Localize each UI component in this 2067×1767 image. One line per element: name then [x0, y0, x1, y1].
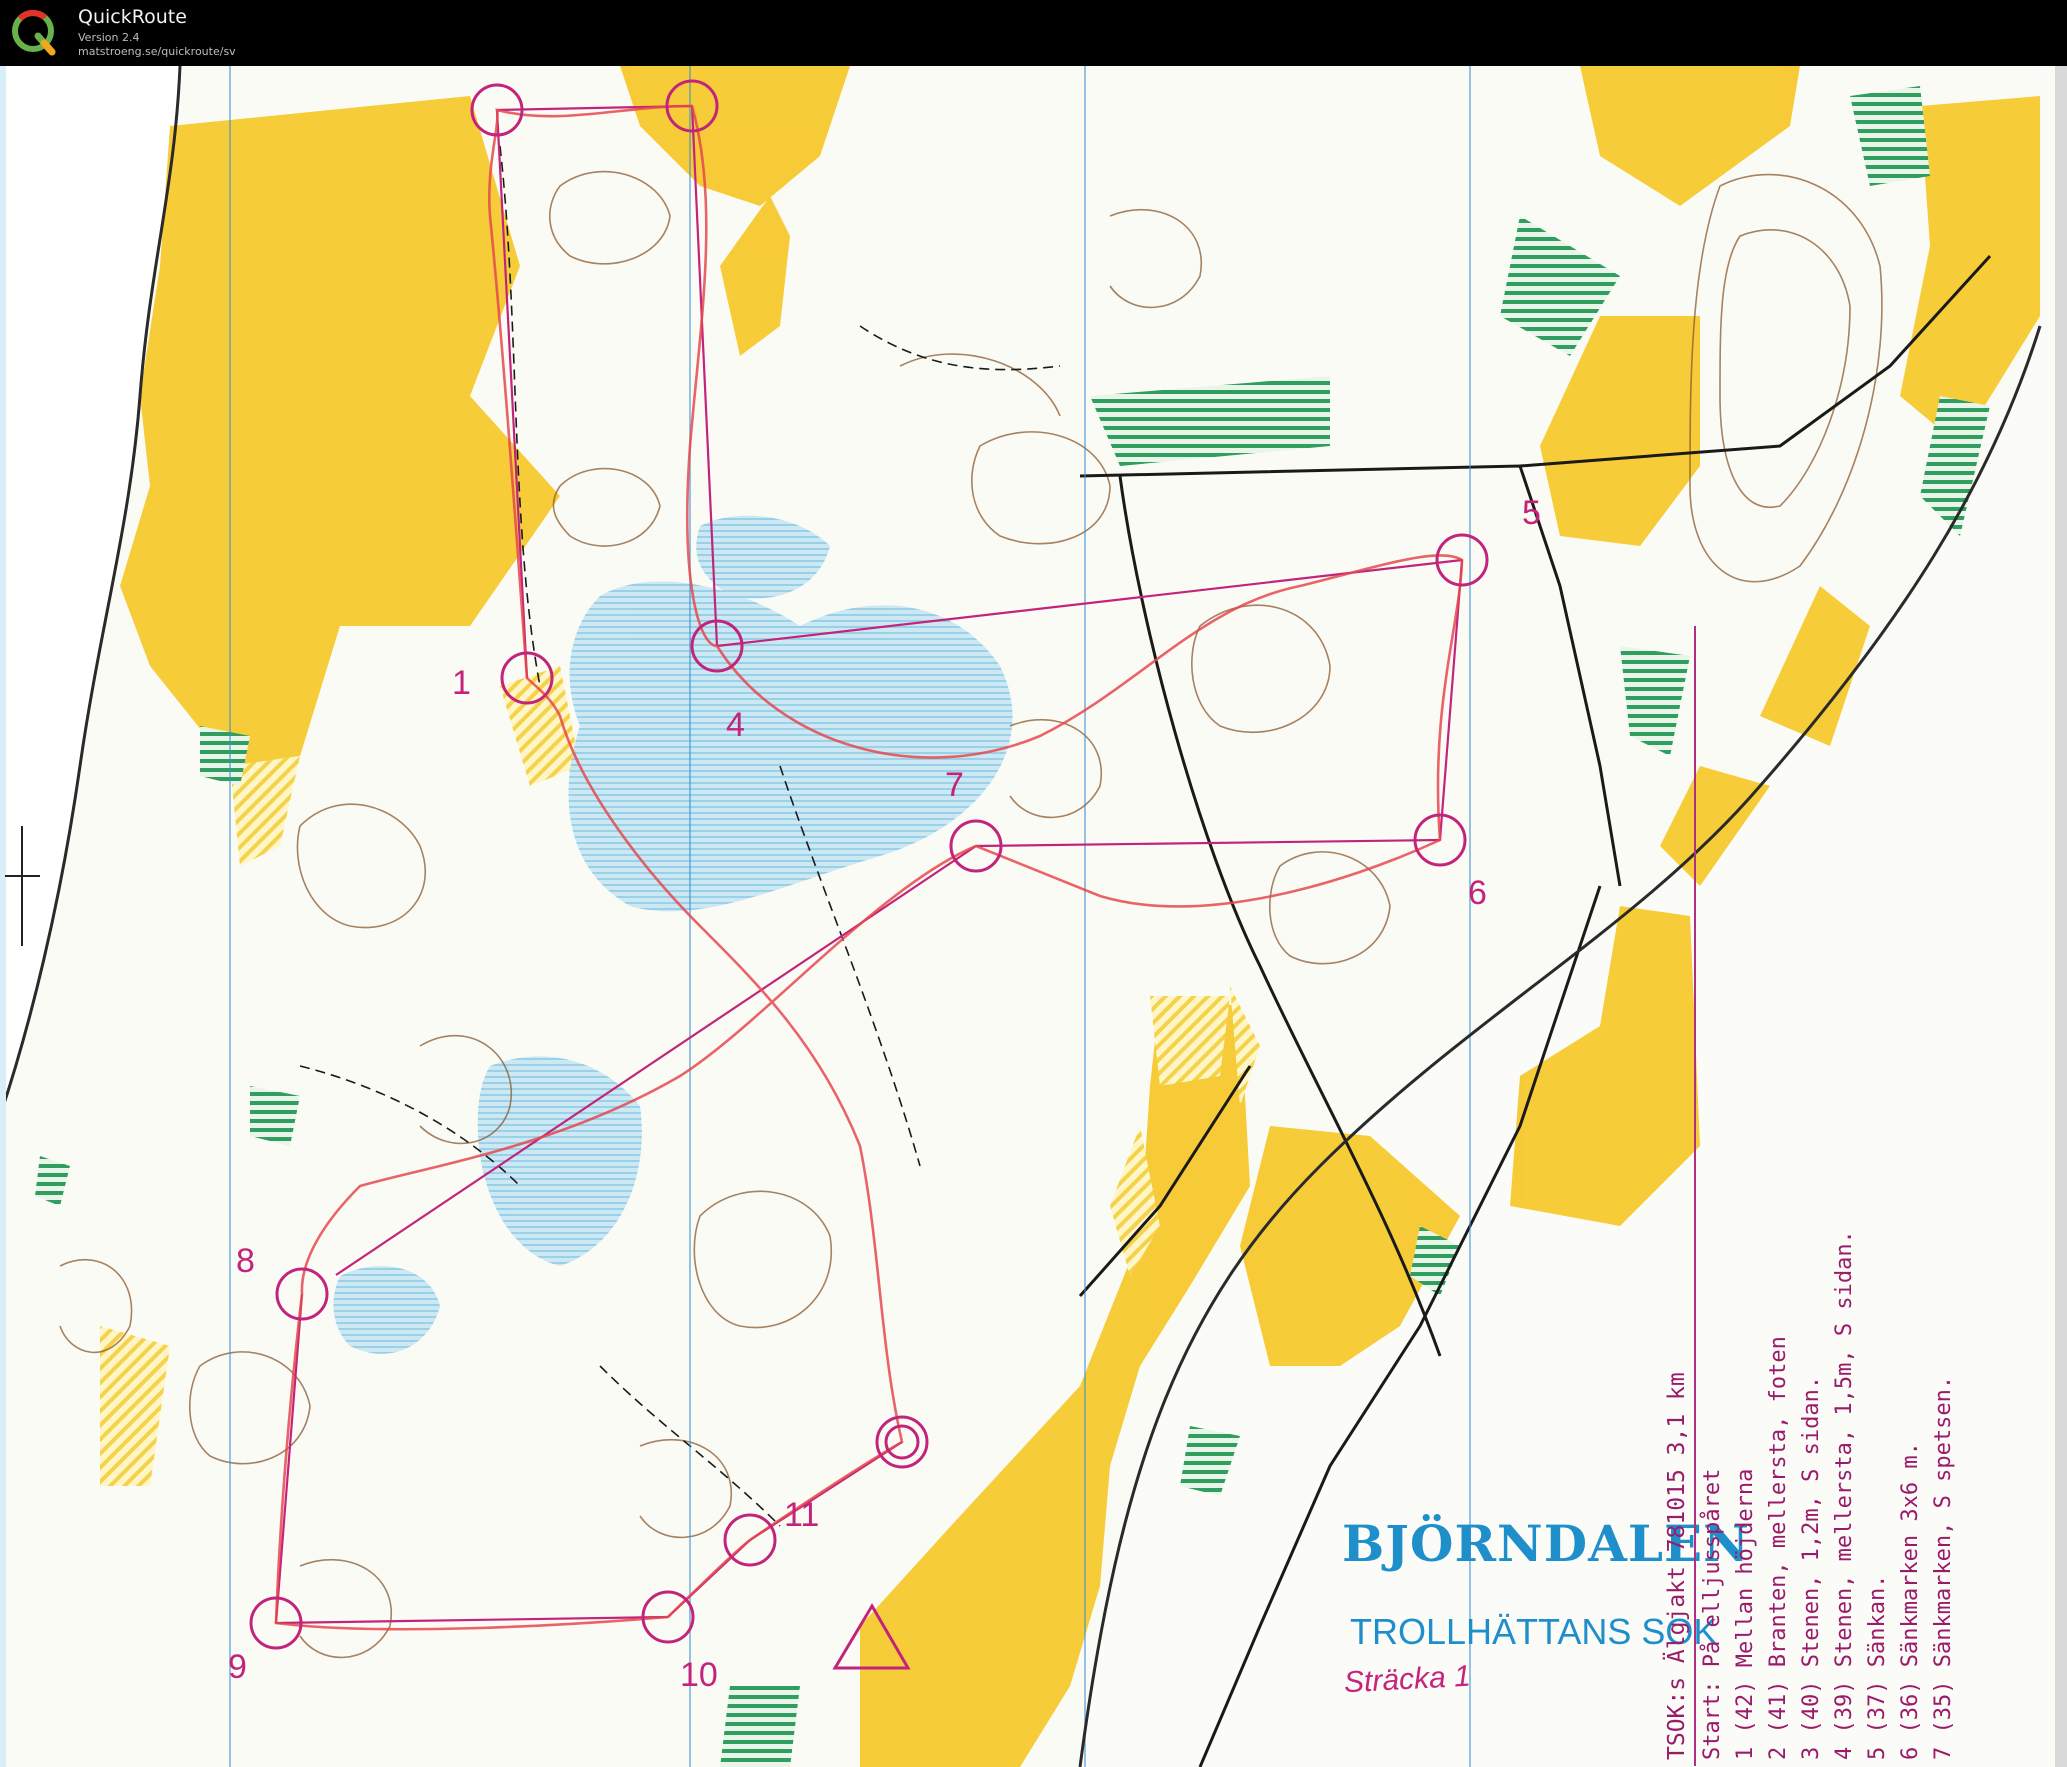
quickroute-logo-icon	[12, 10, 56, 56]
control-number-10: 10	[680, 1656, 718, 1694]
control-number-9: 9	[228, 1648, 247, 1686]
control-number-4: 4	[726, 706, 745, 744]
title-bar: QuickRoute Version 2.4 matstroeng.se/qui…	[0, 0, 2067, 66]
control-number-8: 8	[236, 1242, 255, 1280]
control-description-panel: TSOK:s Älgjakt 781015 3,1 km Start: På e…	[1660, 626, 2020, 1766]
map-left-border	[0, 66, 6, 1767]
control-number-11: 11	[784, 1496, 820, 1534]
map-leg-label: Sträcka 1	[1343, 1659, 1472, 1700]
control-description-row: 5 (37) Sänkan.	[1865, 1574, 1890, 1760]
control-description-row: 7 (35) Sänkmarken, S spetsen.	[1931, 1375, 1956, 1760]
control-number-7: 7	[945, 766, 964, 804]
control-description-row: 4 (39) Stenen, mellersta, 1,5m, S sidan.	[1832, 1230, 1857, 1760]
app-version: Version 2.4	[78, 31, 140, 44]
control-description-row: 3 (40) Stenen, 1,2m, S sidan.	[1799, 1375, 1824, 1760]
control-description-row: 2 (41) Branten, mellersta, foten	[1766, 1336, 1791, 1760]
control-description-row: 1 (42) Mellan höjderna	[1733, 1468, 1758, 1760]
control-number-5: 5	[1522, 494, 1541, 532]
control-description-header: TSOK:s Älgjakt 781015 3,1 km	[1660, 626, 1696, 1766]
control-number-6: 6	[1468, 874, 1487, 912]
orienteering-map[interactable]: 1 4 5 6 7 8 9 10 11 BJÖRNDALEN TROLLHÄTT…	[0, 66, 2067, 1767]
app-url: matstroeng.se/quickroute/sv	[78, 45, 236, 58]
app-title: QuickRoute	[78, 6, 187, 28]
control-number-1: 1	[452, 664, 471, 702]
control-description-row: 6 (36) Sänkmarken 3x6 m.	[1898, 1442, 1923, 1760]
control-description-row: Start: På elljusspåret	[1700, 1468, 1725, 1760]
map-right-border	[2055, 66, 2067, 1767]
